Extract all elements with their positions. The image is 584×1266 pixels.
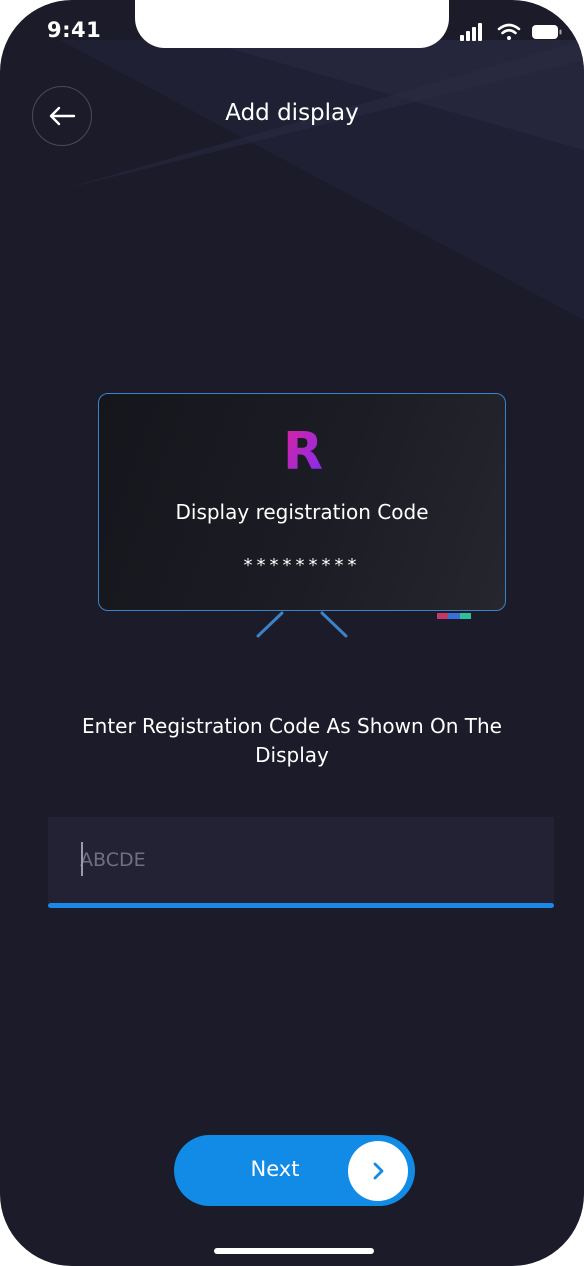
display-indicator-lights — [437, 613, 471, 619]
instruction-text: Enter Registration Code As Shown On The … — [82, 714, 502, 767]
registration-code-field[interactable] — [48, 817, 554, 903]
status-time: 9:41 — [47, 18, 102, 42]
app-logo: R — [283, 423, 323, 473]
input-underline — [48, 903, 554, 908]
cellular-signal-icon — [460, 23, 482, 41]
text-cursor — [81, 842, 83, 876]
home-indicator[interactable] — [214, 1248, 374, 1254]
next-button-label: Next — [250, 1157, 300, 1181]
page-title: Add display — [225, 100, 359, 126]
next-button[interactable]: Next — [174, 1135, 415, 1206]
display-stand — [256, 611, 348, 638]
phone-screen: 9:41 Add display R Display registration … — [0, 0, 584, 1266]
wifi-icon — [497, 23, 521, 40]
svg-text:R: R — [283, 423, 323, 473]
chevron-right-icon — [373, 1162, 384, 1180]
next-arrow-circle — [348, 1141, 408, 1201]
display-registration-label: Display registration Code — [175, 500, 429, 524]
registration-code-input[interactable] — [80, 843, 520, 877]
device-notch — [135, 0, 449, 48]
status-icons — [460, 23, 562, 41]
battery-icon — [532, 25, 562, 39]
masked-code: ********* — [243, 555, 361, 576]
